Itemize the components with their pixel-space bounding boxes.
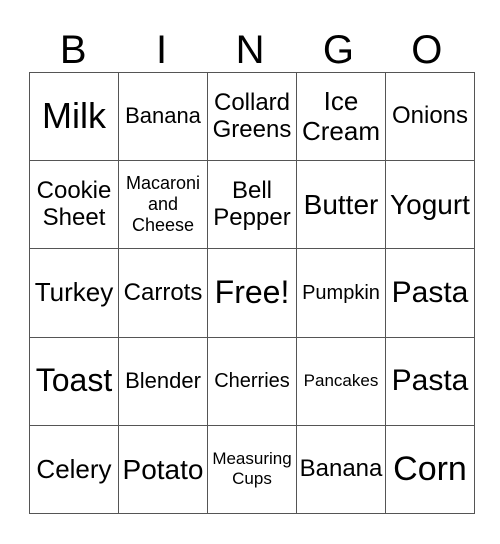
- bingo-cell[interactable]: Toast: [29, 336, 119, 426]
- bingo-cell-text: Banana: [299, 454, 383, 482]
- bingo-cell[interactable]: Cherries: [207, 336, 297, 426]
- bingo-cell[interactable]: Pasta: [385, 248, 475, 338]
- bingo-cell[interactable]: Banana: [118, 71, 208, 162]
- header-letter-o: O: [411, 28, 443, 72]
- bingo-cell[interactable]: Potato: [118, 424, 208, 515]
- bingo-cell[interactable]: Milk: [29, 71, 119, 162]
- bingo-cell[interactable]: Pasta: [385, 336, 475, 426]
- bingo-cell[interactable]: Carrots: [118, 248, 208, 338]
- bingo-cell-text: Ice Cream: [301, 86, 380, 146]
- bingo-cell[interactable]: Blender: [118, 336, 208, 426]
- bingo-cell-text: Bell Pepper: [213, 176, 291, 231]
- bingo-cell-text: Pancakes: [303, 371, 379, 391]
- bingo-cell[interactable]: Measuring Cups: [207, 424, 297, 515]
- bingo-cell-text: Pasta: [391, 364, 469, 398]
- bingo-row: Cookie Sheet Macaroni and Cheese Bell Pepp…: [29, 160, 475, 250]
- bingo-row: Celery Potato Measuring Cups Banana Corn: [29, 424, 475, 515]
- bingo-cell[interactable]: Bell Pepper: [207, 160, 297, 250]
- bingo-grid: Milk Banana Collard Greens Ice Cream Onions C…: [29, 71, 475, 515]
- bingo-cell-text: Cherries: [214, 369, 290, 392]
- bingo-cell[interactable]: Corn: [385, 424, 475, 515]
- bingo-cell[interactable]: Banana: [296, 424, 386, 515]
- bingo-cell[interactable]: Collard Greens: [207, 71, 297, 162]
- bingo-cell[interactable]: Free!: [207, 248, 297, 338]
- bingo-cell-text: Carrots: [123, 278, 203, 306]
- bingo-cell-text: Macaroni and Cheese: [125, 173, 201, 236]
- header-letter-g: G: [322, 28, 354, 72]
- bingo-cell[interactable]: Turkey: [29, 248, 119, 338]
- bingo-cell[interactable]: Pancakes: [296, 336, 386, 426]
- bingo-cell[interactable]: Onions: [385, 71, 475, 162]
- bingo-row: Toast Blender Cherries Pancakes Pasta: [29, 336, 475, 426]
- bingo-cell-text: Pasta: [391, 276, 469, 310]
- bingo-cell-text: Milk: [42, 95, 106, 137]
- header-letter-i: I: [156, 28, 168, 72]
- bingo-cell-text: Celery: [36, 453, 112, 484]
- header-letter-b: B: [59, 28, 87, 72]
- bingo-row: Milk Banana Collard Greens Ice Cream Onions: [29, 71, 475, 162]
- bingo-cell-text: Yogurt: [390, 189, 470, 221]
- bingo-cell-text: Collard Greens: [212, 88, 292, 143]
- header-letter-n: N: [235, 28, 265, 72]
- bingo-cell-text: Blender: [125, 367, 201, 393]
- bingo-cell[interactable]: Macaroni and Cheese: [118, 160, 208, 250]
- bingo-cell[interactable]: Butter: [296, 160, 386, 250]
- bingo-cell-text: Free!: [214, 274, 290, 311]
- bingo-cell-text: Banana: [125, 103, 201, 129]
- bingo-cell[interactable]: Pumpkin: [296, 248, 386, 338]
- bingo-cell-text: Pumpkin: [302, 281, 380, 304]
- bingo-row: Turkey Carrots Free! Pumpkin Pasta: [29, 248, 475, 338]
- bingo-header: B I N G O: [29, 28, 471, 72]
- bingo-cell-text: Turkey: [34, 277, 114, 308]
- bingo-cell-text: Cookie Sheet: [36, 176, 112, 231]
- bingo-cell[interactable]: Celery: [29, 424, 119, 515]
- bingo-cell-text: Toast: [35, 362, 113, 399]
- bingo-cell[interactable]: Ice Cream: [296, 71, 386, 162]
- bingo-cell-text: Potato: [122, 453, 204, 485]
- bingo-cell[interactable]: Yogurt: [385, 160, 475, 250]
- bingo-cell-text: Measuring Cups: [212, 449, 292, 489]
- bingo-cell-text: Onions: [391, 102, 469, 130]
- bingo-cell-text: Butter: [303, 189, 379, 221]
- bingo-cell[interactable]: Cookie Sheet: [29, 160, 119, 250]
- bingo-cell-text: Corn: [393, 450, 467, 489]
